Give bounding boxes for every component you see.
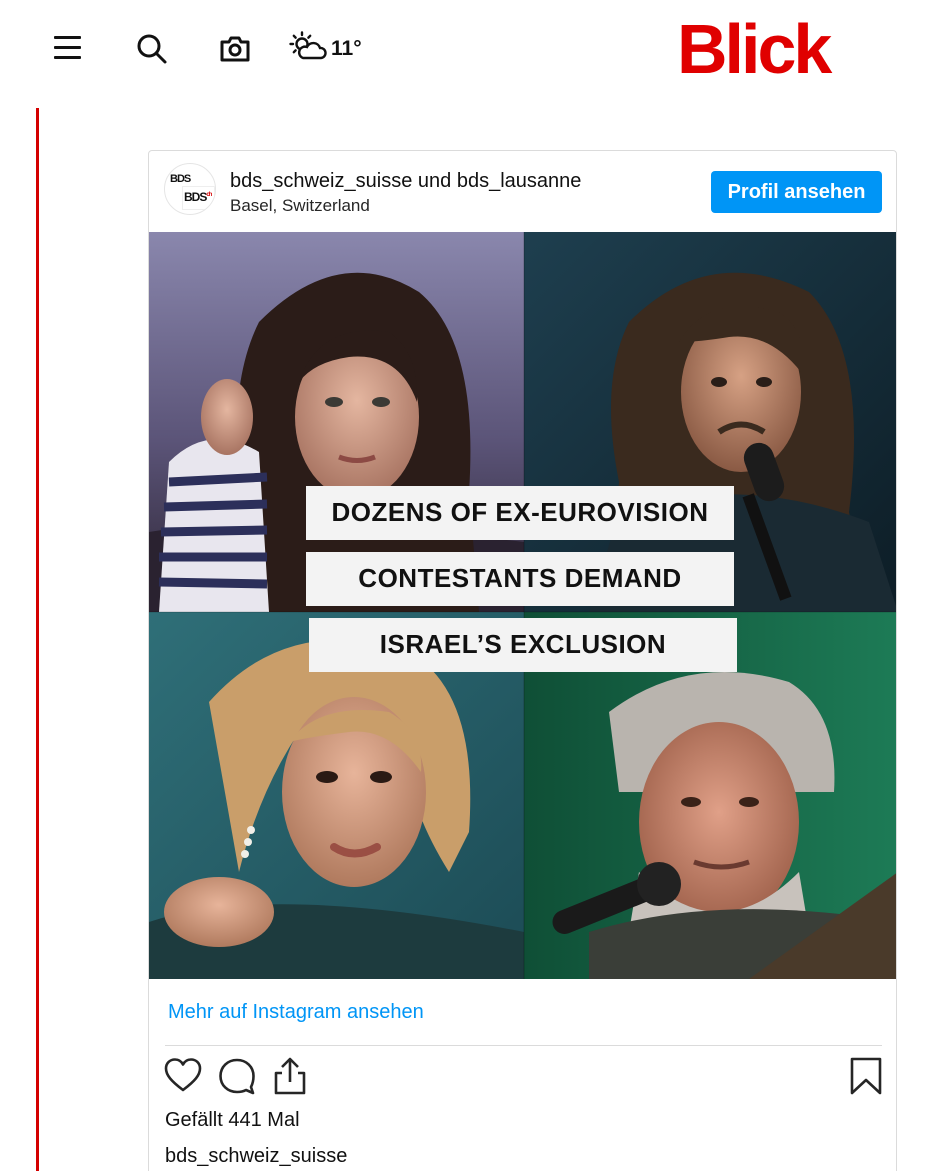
weather-temperature: 11° <box>331 37 362 60</box>
account-names: bds_schweiz_suisse und bds_lausanne <box>230 170 581 193</box>
post-location[interactable]: Basel, Switzerland <box>230 196 370 216</box>
camera-icon[interactable] <box>219 34 251 64</box>
view-more-on-instagram-link[interactable]: Mehr auf Instagram ansehen <box>168 1001 424 1024</box>
hamburger-menu-icon[interactable] <box>54 36 81 60</box>
instagram-post-header: BDS BDSch bds_schweiz_suisse und bds_lau… <box>149 151 896 232</box>
search-icon[interactable] <box>136 33 168 65</box>
view-profile-button[interactable]: Profil ansehen <box>711 171 882 213</box>
heart-icon[interactable] <box>163 1056 203 1100</box>
site-header: 11° Blick <box>0 0 947 100</box>
instagram-embed: BDS BDSch bds_schweiz_suisse und bds_lau… <box>148 150 897 1171</box>
sun-cloud-icon <box>289 30 327 68</box>
post-actions-bar <box>149 1056 896 1100</box>
avatar-logo-text-bottom: BDSch <box>182 186 215 210</box>
account-primary-link[interactable]: bds_schweiz_suisse <box>230 170 412 192</box>
post-image[interactable]: DOZENS OF EX-EUROVISION CONTESTANTS DEMA… <box>149 232 896 979</box>
headline-banner-line-2: CONTESTANTS DEMAND <box>306 552 734 606</box>
account-connector: und <box>417 170 452 192</box>
avatar-logo-text-top: BDS <box>170 173 191 185</box>
comment-icon[interactable] <box>217 1056 257 1100</box>
account-avatar[interactable]: BDS BDSch <box>164 163 216 215</box>
caption-username-link[interactable]: bds_schweiz_suisse <box>165 1145 347 1168</box>
article-red-rule <box>36 108 39 1171</box>
headline-banner-line-1: DOZENS OF EX-EUROVISION <box>306 486 734 540</box>
likes-count: Gefällt 441 Mal <box>165 1109 300 1131</box>
weather-widget[interactable]: 11° <box>289 30 362 68</box>
share-icon[interactable] <box>270 1056 310 1100</box>
headline-banner-line-3: ISRAEL’S EXCLUSION <box>309 618 737 672</box>
blick-logo[interactable]: Blick <box>677 14 832 84</box>
account-secondary-link[interactable]: bds_lausanne <box>457 170 582 192</box>
bookmark-icon[interactable] <box>846 1056 886 1100</box>
embed-divider <box>165 1045 882 1046</box>
